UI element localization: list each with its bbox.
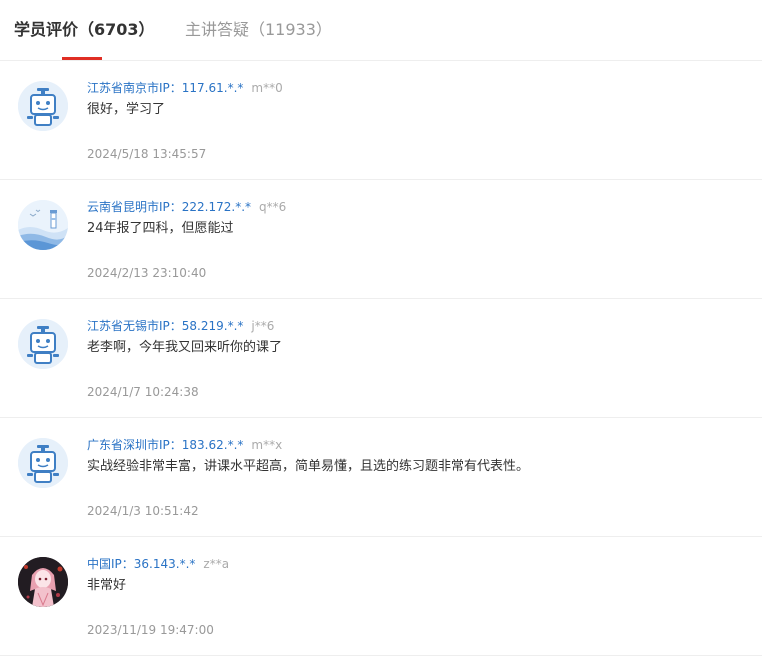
review-item: 广东省深圳市IP：183.62.*.* m**x 实战经验非常丰富，讲课水平超高，…	[0, 418, 762, 537]
review-meta: 广东省深圳市IP：183.62.*.* m**x	[87, 437, 282, 453]
review-comment: 24年报了四科，但愿能过	[87, 221, 234, 236]
review-comment: 很好，学习了	[87, 102, 166, 117]
username: j**6	[251, 319, 275, 333]
robot-avatar-icon	[18, 319, 68, 369]
anime-girl-avatar-icon	[18, 557, 68, 607]
username: m**x	[251, 438, 283, 452]
review-meta: 中国IP：36.143.*.* z**a	[87, 556, 229, 572]
ip-location[interactable]: 云南省昆明市IP：222.172.*.*	[87, 200, 251, 214]
username: z**a	[203, 557, 230, 571]
avatar	[18, 319, 68, 369]
review-item: 中国IP：36.143.*.* z**a 非常好 2023/11/19 19:47…	[0, 537, 762, 656]
review-comment: 老李啊，今年我又回来听你的课了	[87, 340, 283, 355]
avatar	[18, 557, 68, 607]
avatar	[18, 81, 68, 131]
review-item: 江苏省无锡市IP：58.219.*.* j**6 老李啊，今年我又回来听你的课了 …	[0, 299, 762, 418]
review-timestamp: 2024/1/7 10:24:38	[87, 385, 199, 399]
robot-avatar-icon	[18, 81, 68, 131]
tab-lecturer-answers[interactable]: 主讲答疑（11933）	[185, 19, 332, 41]
review-meta: 江苏省南京市IP：117.61.*.* m**0	[87, 80, 283, 96]
username: m**0	[251, 81, 283, 95]
review-timestamp: 2024/5/18 13:45:57	[87, 147, 207, 161]
active-tab-indicator	[62, 57, 102, 60]
robot-avatar-icon	[18, 438, 68, 488]
review-timestamp: 2024/1/3 10:51:42	[87, 504, 199, 518]
review-meta: 江苏省无锡市IP：58.219.*.* j**6	[87, 318, 274, 334]
review-item: 江苏省南京市IP：117.61.*.* m**0 很好，学习了 2024/5/18…	[0, 61, 762, 180]
review-timestamp: 2023/11/19 19:47:00	[87, 623, 214, 637]
username: q**6	[259, 200, 287, 214]
review-tabs: 学员评价（6703） 主讲答疑（11933）	[0, 0, 762, 61]
avatar	[18, 200, 68, 250]
review-meta: 云南省昆明市IP：222.172.*.* q**6	[87, 199, 286, 215]
review-timestamp: 2024/2/13 23:10:40	[87, 266, 207, 280]
ip-location[interactable]: 广东省深圳市IP：183.62.*.*	[87, 438, 243, 452]
avatar	[18, 438, 68, 488]
review-item: 云南省昆明市IP：222.172.*.* q**6 24年报了四科，但愿能过 20…	[0, 180, 762, 299]
lighthouse-avatar-icon	[18, 200, 68, 250]
ip-location[interactable]: 江苏省南京市IP：117.61.*.*	[87, 81, 243, 95]
review-list: 江苏省南京市IP：117.61.*.* m**0 很好，学习了 2024/5/18…	[0, 61, 762, 656]
ip-location[interactable]: 江苏省无锡市IP：58.219.*.*	[87, 319, 243, 333]
ip-location[interactable]: 中国IP：36.143.*.*	[87, 557, 195, 571]
review-comment: 非常好	[87, 578, 127, 593]
tab-student-reviews[interactable]: 学员评价（6703）	[14, 19, 155, 41]
review-comment: 实战经验非常丰富，讲课水平超高，简单易懂，且选的练习题非常有代表性。	[87, 459, 530, 474]
